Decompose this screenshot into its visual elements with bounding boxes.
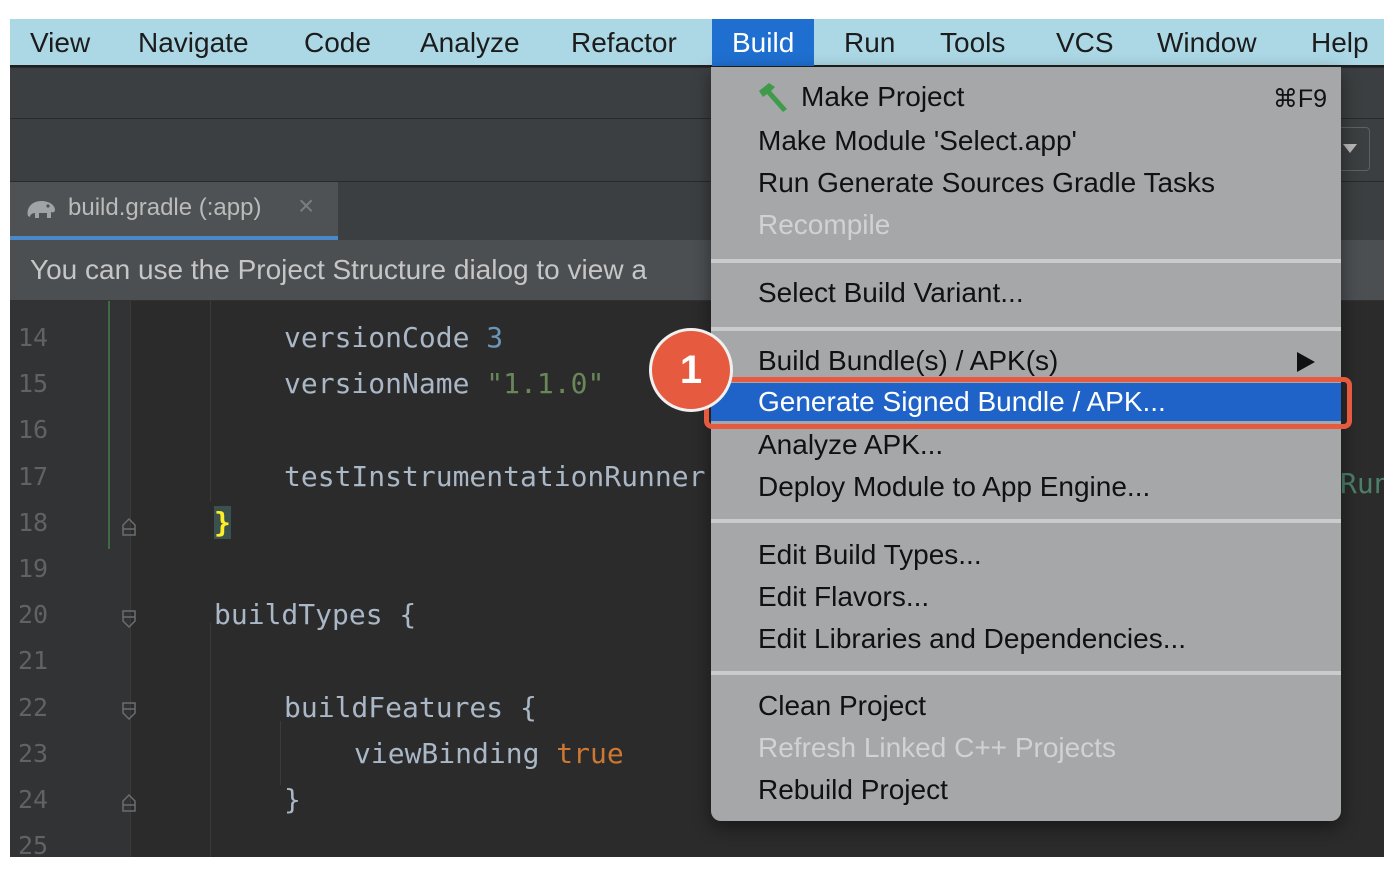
menu-help[interactable]: Help <box>1311 19 1369 66</box>
menu-separator <box>711 327 1341 331</box>
line-number: 19 <box>18 554 49 583</box>
line-number: 24 <box>18 785 49 814</box>
code-token: versionCode <box>284 321 487 354</box>
menu-view[interactable]: View <box>30 19 90 66</box>
code-line: viewBinding true <box>354 737 624 770</box>
change-marker <box>108 301 110 549</box>
menu-code[interactable]: Code <box>304 19 371 66</box>
menu-tools[interactable]: Tools <box>940 19 1005 66</box>
menu-item-clean-project[interactable]: Clean Project <box>758 690 926 722</box>
line-number: 17 <box>18 461 49 491</box>
menu-item-refresh-cpp: Refresh Linked C++ Projects <box>758 732 1116 763</box>
code-overflow-text: Run <box>1340 467 1384 500</box>
menu-item-edit-build-types[interactable]: Edit Build Types... <box>758 539 982 571</box>
code-token: } <box>214 505 231 539</box>
code-token: "1.1.0" <box>486 367 605 401</box>
code-line: versionCode 3 <box>284 321 503 354</box>
menu-item-edit-flavors[interactable]: Edit Flavors... <box>758 581 929 613</box>
code-line: buildTypes { <box>214 598 416 631</box>
menu-vcs[interactable]: VCS <box>1056 19 1114 66</box>
menu-item-make-project[interactable]: Make Project <box>801 81 964 113</box>
menu-separator <box>711 671 1341 675</box>
menu-analyze[interactable]: Analyze <box>420 19 520 66</box>
tab-label: build.gradle (:app) <box>68 194 262 221</box>
indent-guide <box>210 623 211 857</box>
build-menu-dropdown: Make Project ⌘F9 Make Module 'Select.app… <box>711 67 1341 821</box>
code-line: } <box>214 505 231 539</box>
menu-item-analyze-apk[interactable]: Analyze APK... <box>758 429 943 461</box>
chevron-down-icon <box>1343 144 1357 153</box>
menu-bar: View Navigate Code Analyze Refactor Buil… <box>10 19 1384 67</box>
code-line: versionName "1.1.0" <box>284 367 604 400</box>
menu-item-make-module[interactable]: Make Module 'Select.app' <box>758 125 1077 157</box>
code-token: } <box>284 783 301 816</box>
line-number: 18 <box>18 507 49 537</box>
line-number: 22 <box>18 692 49 722</box>
line-number: 20 <box>18 600 49 630</box>
menu-refactor[interactable]: Refactor <box>571 19 677 66</box>
menu-item-build-bundles[interactable]: Build Bundle(s) / APK(s) <box>758 345 1058 377</box>
menu-window[interactable]: Window <box>1157 19 1257 66</box>
submenu-arrow-icon <box>1297 352 1315 372</box>
fold-end-icon[interactable] <box>121 793 137 813</box>
menu-run[interactable]: Run <box>844 19 895 66</box>
code-token: buildTypes { <box>214 598 417 632</box>
code-token: testInstrumentationRunner <box>284 459 706 493</box>
close-icon[interactable]: × <box>298 190 314 222</box>
menu-item-rebuild-project[interactable]: Rebuild Project <box>758 774 948 806</box>
indent-guide <box>210 301 211 501</box>
menu-navigate[interactable]: Navigate <box>138 19 249 66</box>
banner-text: You can use the Project Structure dialog… <box>30 254 647 285</box>
menu-separator <box>711 519 1341 523</box>
line-number: 14 <box>18 323 49 352</box>
line-number: 16 <box>18 415 49 445</box>
line-number: 21 <box>18 646 49 676</box>
gutter-divider <box>130 301 131 857</box>
code-token: versionName <box>284 367 487 401</box>
callout-highlight-box <box>704 377 1352 429</box>
code-token: buildFeatures { <box>284 690 537 724</box>
menu-item-run-generate-sources[interactable]: Run Generate Sources Gradle Tasks <box>758 167 1215 199</box>
code-token: viewBinding <box>354 736 557 770</box>
fold-start-icon[interactable] <box>121 609 137 629</box>
menu-item-edit-libraries[interactable]: Edit Libraries and Dependencies... <box>758 623 1186 655</box>
indent-guide <box>280 721 281 785</box>
callout-step-badge: 1 <box>649 328 733 412</box>
menu-item-deploy-module[interactable]: Deploy Module to App Engine... <box>758 471 1150 503</box>
line-number: 25 <box>18 831 49 857</box>
fold-end-icon[interactable] <box>121 517 137 537</box>
code-line: testInstrumentationRunner <box>284 460 705 493</box>
code-line: buildFeatures { <box>284 691 537 724</box>
menu-item-recompile: Recompile <box>758 209 891 240</box>
fold-start-icon[interactable] <box>121 701 137 721</box>
menu-build[interactable]: Build <box>712 19 815 66</box>
code-token: 3 <box>486 321 504 354</box>
make-project-shortcut: ⌘F9 <box>1272 85 1327 113</box>
line-number: 23 <box>18 738 49 768</box>
code-token: true <box>556 736 624 770</box>
menu-item-select-build-variant[interactable]: Select Build Variant... <box>758 277 1024 309</box>
gradle-elephant-icon <box>27 201 55 218</box>
menu-separator <box>711 259 1341 263</box>
ide-window: View Navigate Code Analyze Refactor Buil… <box>10 19 1384 857</box>
line-number: 15 <box>18 369 49 399</box>
code-line: } <box>284 783 301 816</box>
hammer-icon <box>759 83 787 112</box>
editor-tab-build-gradle[interactable]: build.gradle (:app) × <box>10 182 338 240</box>
